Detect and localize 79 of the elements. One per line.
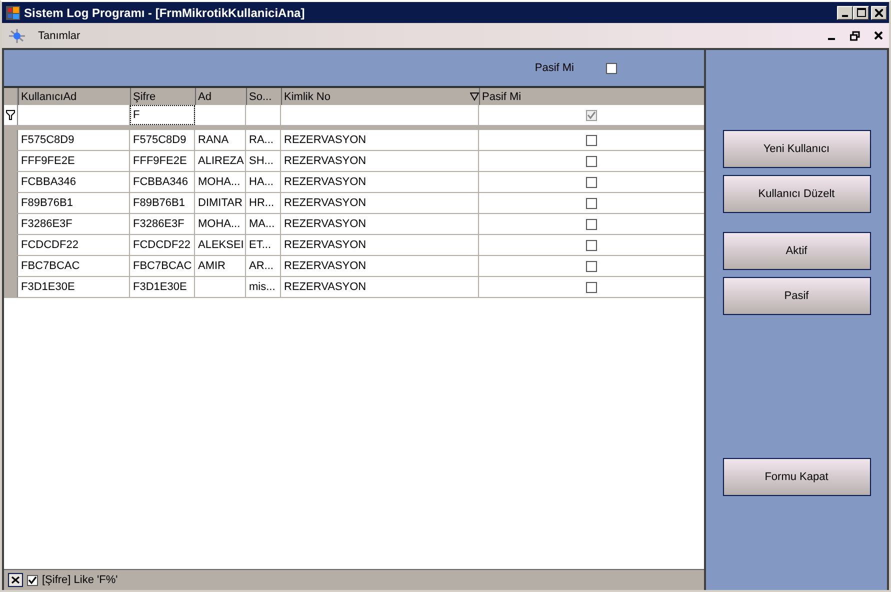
checkbox[interactable] (586, 156, 597, 166)
filter-checkbox[interactable] (27, 574, 38, 586)
table-cell: FFF9FE2E (18, 151, 130, 171)
column-header[interactable]: Kimlik No (281, 88, 479, 105)
table-cell: REZERVASYON (281, 130, 479, 150)
column-header[interactable]: Şifre (130, 88, 195, 105)
checkbox[interactable] (586, 240, 597, 250)
network-icon (8, 28, 26, 44)
table-cell: F575C8D9 (18, 130, 130, 150)
filter-icon[interactable] (470, 92, 479, 101)
minimize-button[interactable] (837, 6, 853, 20)
table-cell: REZERVASYON (281, 277, 479, 297)
restore-icon[interactable] (850, 30, 860, 40)
table-cell: HA... (246, 172, 281, 192)
maximize-icon (856, 8, 866, 17)
menu-item[interactable]: Tanımlar (38, 30, 80, 42)
column-header[interactable]: Ad (195, 88, 246, 105)
table-cell: SH... (246, 151, 281, 171)
column-header[interactable]: So... (246, 88, 281, 105)
table-cell: AR... (246, 256, 281, 276)
table-cell: ET... (246, 235, 281, 255)
table-cell: REZERVASYON (281, 172, 479, 192)
filter-expression: [Şifre] Like 'F%' (42, 574, 118, 586)
pasif-label: Pasif Mi (534, 62, 574, 74)
checkbox[interactable] (586, 282, 597, 292)
table-cell: RA... (246, 130, 281, 150)
window-title: Sistem Log Programı - [FrmMikrotikKullaniciAna] (24, 6, 305, 20)
table-cell: F89B76B1 (130, 193, 195, 213)
maximize-button[interactable] (853, 6, 869, 20)
table-cell: MOHA... (195, 214, 246, 234)
checkbox[interactable] (586, 260, 597, 272)
table-cell: MA... (246, 214, 281, 234)
minimize-icon (842, 14, 848, 16)
table-cell: FFF9FE2E (130, 151, 195, 171)
checkbox[interactable] (586, 110, 597, 120)
table-cell: MOHA... (195, 172, 246, 192)
action-button[interactable]: Pasif (722, 277, 870, 315)
table-cell: F575C8D9 (130, 130, 195, 150)
table-cell: ALEKSEI (195, 235, 246, 255)
pasif-checkbox[interactable] (606, 62, 617, 74)
table-cell: REZERVASYON (281, 256, 479, 276)
table-cell: FCDCDF22 (18, 235, 130, 255)
table-cell: F3286E3F (130, 214, 195, 234)
checkbox[interactable] (586, 218, 597, 230)
action-button[interactable]: Yeni Kullanıcı (722, 130, 870, 168)
table-cell: AMIR (195, 256, 246, 276)
table-cell: REZERVASYON (281, 193, 479, 213)
clear-filter-button[interactable] (8, 573, 23, 587)
close-button[interactable] (871, 6, 887, 20)
close-icon[interactable] (874, 31, 883, 40)
column-header[interactable]: KullanıcıAd (18, 88, 130, 105)
close-icon (11, 576, 20, 584)
table-cell: ALIREZA (195, 151, 246, 171)
table-cell: FCBBA346 (130, 172, 195, 192)
table-cell: DIMITAR (195, 193, 246, 213)
action-button[interactable]: Formu Kapat (722, 458, 870, 496)
action-button[interactable]: Aktif (722, 232, 870, 270)
checkbox[interactable] (586, 176, 597, 188)
close-icon (875, 8, 883, 16)
column-header[interactable]: Pasif Mi (479, 88, 704, 105)
table-cell: REZERVASYON (281, 151, 479, 171)
table-cell: FCBBA346 (18, 172, 130, 192)
table-cell: REZERVASYON (281, 235, 479, 255)
table-cell: F3D1E30E (18, 277, 130, 297)
checkbox[interactable] (586, 198, 597, 208)
table-cell: REZERVASYON (281, 214, 479, 234)
table-cell: mis... (246, 277, 281, 297)
table-cell: F3D1E30E (130, 277, 195, 297)
table-cell: FBC7BCAC (18, 256, 130, 276)
checkbox[interactable] (586, 134, 597, 146)
filter-cell[interactable]: F (130, 105, 195, 125)
table-cell: HR... (246, 193, 281, 213)
table-cell: F89B76B1 (18, 193, 130, 213)
table-cell: FCDCDF22 (130, 235, 195, 255)
table-cell: FBC7BCAC (130, 256, 195, 276)
table-cell: RANA (195, 130, 246, 150)
app-icon (6, 6, 20, 20)
table-cell: F3286E3F (18, 214, 130, 234)
action-button[interactable]: Kullanıcı Düzelt (722, 175, 870, 213)
